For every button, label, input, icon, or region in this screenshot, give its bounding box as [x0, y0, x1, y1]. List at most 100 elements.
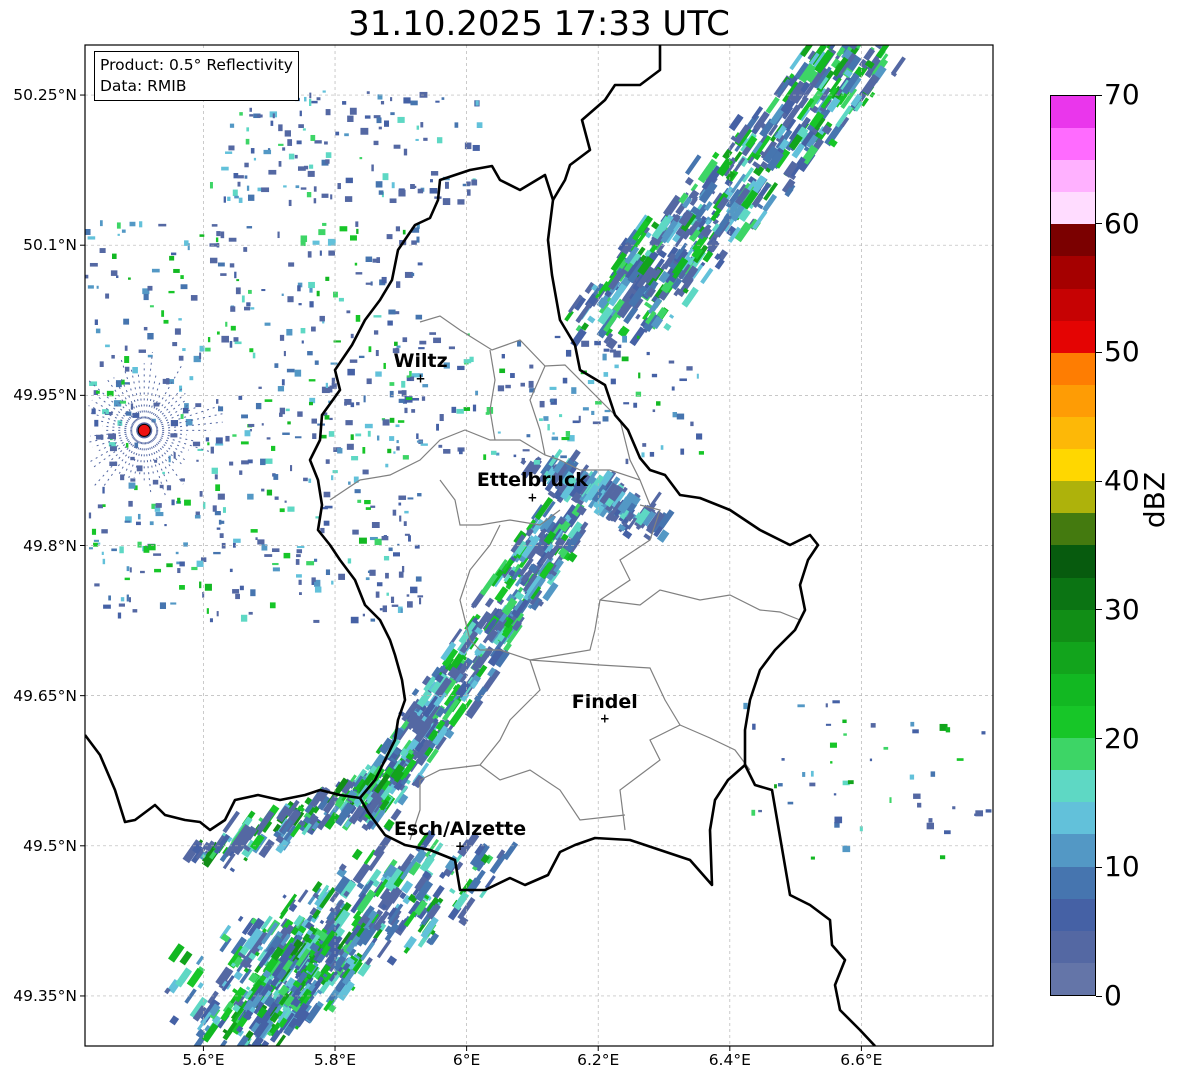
- echo-cell: [213, 551, 221, 555]
- echo-cell: [94, 419, 99, 427]
- echo-cell: [325, 382, 329, 389]
- echo-cell: [85, 228, 91, 235]
- echo-cell: [296, 549, 303, 554]
- echo-cell: [314, 140, 322, 144]
- echo-cell: [137, 541, 142, 548]
- colorbar-segment: [1051, 962, 1095, 995]
- echo-cell: [417, 595, 424, 598]
- echo-cell: [123, 318, 130, 325]
- echo-cell: [417, 188, 424, 194]
- echo-cell: [281, 293, 284, 296]
- colorbar-segment: [1051, 384, 1095, 418]
- echo-cell: [874, 11, 889, 31]
- city-label: Findel: [571, 690, 638, 713]
- echo-cell: [420, 122, 424, 128]
- echo-cell: [109, 446, 117, 452]
- echo-cell: [441, 97, 445, 100]
- echo-cell: [869, 758, 873, 762]
- echo-cell: [147, 285, 153, 291]
- echo-cell: [171, 499, 175, 506]
- echo-cell: [313, 186, 317, 192]
- echo-cell: [539, 418, 543, 422]
- echo-cell: [582, 407, 589, 411]
- echo-cell: [233, 172, 239, 179]
- echo-cell: [389, 198, 397, 204]
- echo-cell: [415, 138, 419, 141]
- echo-cell: [246, 226, 253, 229]
- echo-cell: [314, 586, 322, 593]
- echo-cell: [199, 345, 205, 352]
- echo-cell: [307, 251, 312, 258]
- echo-cell: [97, 504, 103, 509]
- echo-cell: [199, 234, 205, 237]
- echo-cell: [180, 284, 188, 290]
- echo-cell: [641, 452, 645, 458]
- echo-cell: [464, 142, 472, 150]
- echo-cell: [264, 322, 271, 326]
- echo-cell: [248, 289, 252, 294]
- echo-cell: [287, 139, 293, 146]
- echo-cell: [234, 271, 237, 279]
- echo-cell: [324, 505, 333, 509]
- echo-cell: [861, 23, 870, 34]
- colorbar-segment: [1051, 352, 1095, 385]
- echo-cell: [380, 100, 385, 105]
- echo-cell: [883, 746, 889, 750]
- colorbar-segment: [1051, 834, 1095, 867]
- echo-cell: [404, 533, 410, 536]
- echo-cell: [220, 273, 227, 276]
- echo-cell: [652, 409, 656, 413]
- echo-cell: [184, 499, 191, 506]
- echo-cell: [820, 45, 835, 47]
- echo-cell: [350, 434, 354, 440]
- echo-cell: [206, 608, 209, 614]
- echo-cell: [312, 240, 320, 245]
- echo-cell: [625, 458, 629, 465]
- echo-cell: [375, 181, 383, 188]
- echo-cell: [347, 115, 354, 122]
- echo-cell: [288, 199, 292, 207]
- echo-cell: [219, 533, 224, 538]
- echo-cell: [402, 229, 406, 235]
- colorbar-tick: [1096, 480, 1102, 482]
- echo-cell: [215, 484, 221, 491]
- echo-cell: [287, 421, 291, 425]
- echo-cell: [124, 366, 130, 372]
- echo-cell: [240, 441, 249, 445]
- echo-cell: [261, 488, 265, 492]
- echo-cell: [128, 597, 131, 603]
- echo-cell: [309, 287, 313, 293]
- echo-cell: [430, 171, 439, 176]
- echo-cell: [271, 548, 280, 553]
- echo-cell: [362, 447, 366, 454]
- echo-cell: [672, 412, 678, 418]
- echo-cell: [495, 452, 500, 456]
- echo-cell: [97, 542, 101, 545]
- echo-cell: [205, 347, 211, 352]
- echo-cell: [328, 431, 335, 437]
- echo-cell: [126, 566, 130, 572]
- echo-cell: [623, 402, 630, 405]
- echo-cell: [781, 758, 785, 761]
- echo-cell: [592, 421, 601, 425]
- echo-cell: [272, 567, 280, 572]
- echo-cell: [388, 547, 393, 552]
- echo-cell: [412, 397, 420, 401]
- echo-cell: [472, 144, 480, 151]
- echo-cell: [309, 301, 314, 308]
- echo-cell: [309, 92, 312, 99]
- echo-cell: [247, 459, 253, 464]
- colorbar-segment: [1051, 577, 1095, 610]
- echo-cell: [215, 237, 219, 243]
- echo-cell: [774, 784, 777, 789]
- echo-cell: [204, 583, 212, 591]
- echo-cell: [325, 159, 330, 164]
- echo-cell: [497, 385, 505, 392]
- echo-cell: [124, 520, 131, 523]
- echo-cell: [102, 558, 106, 565]
- echo-cell: [124, 345, 128, 351]
- echo-cell: [220, 231, 225, 239]
- echo-cell: [284, 130, 291, 137]
- colorbar-tick: [1096, 995, 1102, 997]
- echo-cell: [229, 263, 235, 268]
